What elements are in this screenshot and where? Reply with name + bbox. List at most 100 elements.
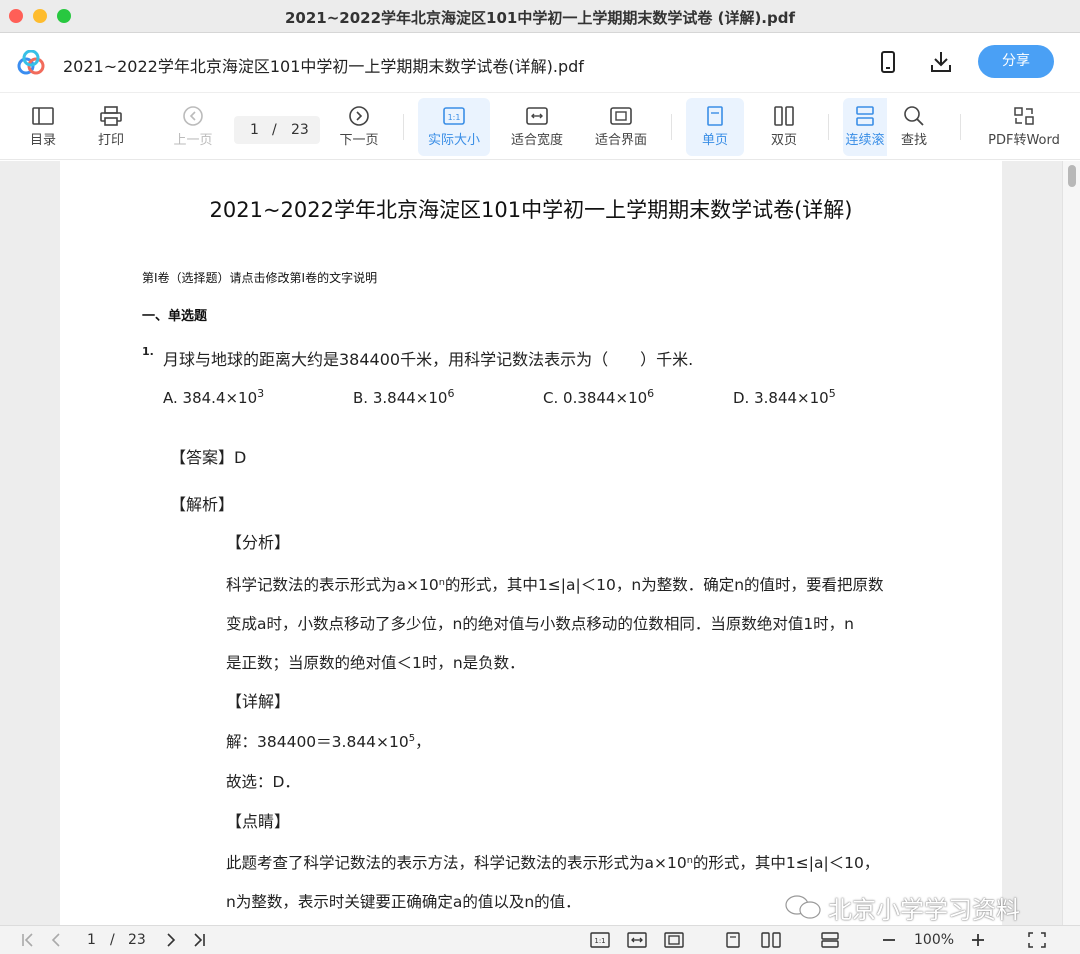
search-icon — [904, 106, 924, 126]
pdf-to-word-label: PDF转Word — [988, 133, 1060, 148]
actual-size-button[interactable]: 1:1 实际大小 — [418, 98, 490, 156]
double-page-label: 双页 — [770, 133, 797, 148]
dianjing-line: n为整数，表示时关键要正确确定a的值以及n的值． — [226, 893, 581, 911]
single-page-button[interactable]: 单页 — [686, 98, 744, 156]
double-page-icon[interactable] — [761, 932, 781, 948]
fit-page-icon[interactable] — [664, 932, 684, 948]
fit-page-icon — [610, 107, 632, 125]
fullscreen-icon[interactable] — [1028, 932, 1046, 948]
app-logo-icon — [17, 50, 45, 75]
question-number: 1. — [142, 345, 154, 358]
fenxi-heading: 【分析】 — [226, 533, 291, 552]
solution-line: 解：384400＝3.844×105， — [226, 732, 431, 751]
toolbar-divider — [671, 114, 672, 140]
prev-page-label: 上一页 — [173, 133, 213, 148]
watermark-text: 北京小学学习资料 — [828, 896, 1020, 924]
fit-width-icon[interactable] — [627, 932, 647, 948]
page-current: 1 — [250, 122, 259, 138]
dianjing-line: 此题考查了科学记数法的表示方法，科学记数法的表示形式为a×10ⁿ的形式，其中1≤… — [226, 854, 880, 872]
svg-text:1:1: 1:1 — [594, 937, 605, 945]
app-header: 2021~2022学年北京海淀区101中学初一上学期期末数学试卷(详解).pdf… — [0, 33, 1080, 93]
option-d: D. 3.844×105 — [733, 387, 836, 407]
toc-label: 目录 — [29, 133, 56, 148]
prev-page-button[interactable]: 上一页 — [164, 98, 222, 156]
volume-note: 第Ⅰ卷（选择题）请点击修改第Ⅰ卷的文字说明 — [142, 271, 378, 285]
fenxi-line: 科学记数法的表示形式为a×10ⁿ的形式，其中1≤|a|＜10，n为整数．确定n的… — [226, 576, 884, 594]
actual-size-icon[interactable]: 1:1 — [590, 932, 610, 948]
next-page-icon[interactable] — [163, 932, 179, 948]
toc-icon — [32, 107, 54, 125]
print-icon — [100, 106, 122, 126]
toolbar-divider — [960, 114, 961, 140]
status-page-current[interactable]: 1 — [87, 932, 96, 948]
zoom-level: 100% — [914, 932, 955, 948]
fenxi-line: 是正数；当原数的绝对值＜1时，n是负数． — [226, 654, 525, 672]
find-button[interactable]: 查找 — [888, 98, 940, 156]
print-label: 打印 — [97, 133, 124, 148]
continuous-scroll-label: 连续滚 — [845, 133, 885, 148]
print-button[interactable]: 打印 — [82, 98, 140, 156]
fenxi-line: 变成a时，小数点移动了多少位，n的绝对值与小数点移动的位数相同．当原数绝对值1时… — [226, 615, 855, 633]
share-button[interactable]: 分享 — [978, 45, 1054, 78]
answer: 【答案】D — [170, 448, 247, 467]
svg-text:1:1: 1:1 — [448, 113, 461, 122]
zoom-out-icon[interactable] — [881, 932, 897, 948]
single-page-icon[interactable] — [724, 932, 742, 948]
toolbar: 目录 打印 上一页 1 / 23 下一页 1:1 实际大小 适合宽度 适合界面 … — [0, 94, 1080, 160]
toolbar-divider — [828, 114, 829, 140]
last-page-icon[interactable] — [191, 932, 207, 948]
convert-icon — [1014, 107, 1034, 125]
phone-icon[interactable] — [875, 49, 901, 75]
next-page-button[interactable]: 下一页 — [330, 98, 388, 156]
double-page-icon — [774, 106, 794, 126]
vertical-scrollbar[interactable] — [1062, 161, 1080, 925]
fit-width-label: 适合宽度 — [510, 133, 563, 148]
single-page-label: 单页 — [701, 133, 728, 148]
chevron-left-circle-icon — [183, 106, 203, 126]
dianjing-heading: 【点睛】 — [226, 812, 291, 831]
scrollbar-thumb[interactable] — [1068, 165, 1076, 187]
section-heading: 一、单选题 — [142, 309, 208, 324]
pdf-to-word-button[interactable]: PDF转Word — [982, 98, 1066, 156]
wechat-icon — [785, 895, 821, 919]
find-label: 查找 — [900, 133, 927, 148]
choice-line: 故选：D． — [226, 773, 300, 791]
fit-page-label: 适合界面 — [594, 133, 647, 148]
option-a: A. 384.4×103 — [163, 387, 265, 407]
page-separator: / — [272, 122, 277, 138]
continuous-scroll-button[interactable]: 连续滚 — [843, 98, 887, 156]
status-bar: 1 / 23 1:1 100% — [0, 925, 1080, 954]
analysis-heading: 【解析】 — [170, 495, 235, 514]
option-c: C. 0.3844×106 — [543, 387, 655, 407]
fit-page-button[interactable]: 适合界面 — [586, 98, 656, 156]
document-name: 2021~2022学年北京海淀区101中学初一上学期期末数学试卷(详解).pdf — [63, 57, 584, 76]
status-page-separator: / — [110, 932, 115, 948]
window-title: 2021~2022学年北京海淀区101中学初一上学期期末数学试卷 (详解).pd… — [284, 9, 795, 27]
detail-heading: 【详解】 — [226, 692, 291, 711]
question-text: 月球与地球的距离大约是384400千米，用科学记数法表示为（ ）千米. — [163, 350, 694, 369]
continuous-scroll-icon — [856, 106, 874, 126]
continuous-scroll-icon[interactable] — [820, 932, 840, 948]
toolbar-divider — [403, 114, 404, 140]
title-bar: 2021~2022学年北京海淀区101中学初一上学期期末数学试卷 (详解).pd… — [0, 0, 1080, 33]
page-number-input[interactable]: 1 / 23 — [234, 116, 320, 144]
single-page-icon — [707, 106, 723, 126]
chevron-right-circle-icon — [349, 106, 369, 126]
option-b: B. 3.844×106 — [353, 387, 455, 407]
double-page-button[interactable]: 双页 — [755, 98, 813, 156]
fit-width-button[interactable]: 适合宽度 — [502, 98, 572, 156]
actual-size-label: 实际大小 — [427, 133, 480, 148]
prev-page-icon[interactable] — [48, 932, 64, 948]
document-title: 2021~2022学年北京海淀区101中学初一上学期期末数学试卷(详解) — [209, 198, 853, 222]
document-viewport[interactable]: 2021~2022学年北京海淀区101中学初一上学期期末数学试卷(详解) 第Ⅰ卷… — [0, 161, 1080, 925]
status-page-total: 23 — [128, 932, 146, 948]
page-total: 23 — [291, 122, 309, 138]
fit-width-icon — [526, 107, 548, 125]
pdf-page: 2021~2022学年北京海淀区101中学初一上学期期末数学试卷(详解) 第Ⅰ卷… — [60, 161, 1020, 925]
toc-button[interactable]: 目录 — [14, 98, 72, 156]
download-icon[interactable] — [928, 49, 954, 75]
next-page-label: 下一页 — [339, 133, 379, 148]
first-page-icon[interactable] — [20, 932, 36, 948]
zoom-in-icon[interactable] — [970, 932, 986, 948]
actual-size-icon: 1:1 — [443, 107, 465, 125]
